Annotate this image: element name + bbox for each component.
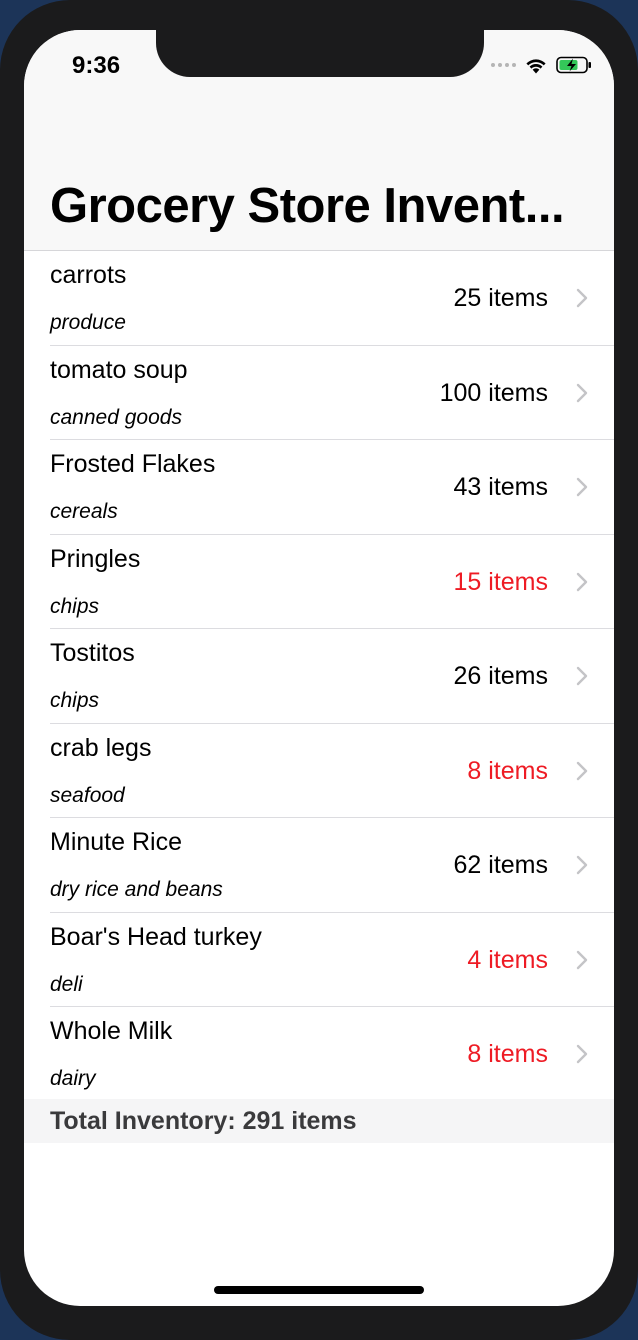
chevron-right-icon: [576, 950, 588, 969]
item-name: Boar's Head turkey: [50, 922, 262, 951]
total-inventory-label: Total Inventory: 291 items: [50, 1107, 357, 1135]
item-category: chips: [50, 594, 100, 618]
item-count: 100 items: [439, 378, 548, 407]
item-category: cereals: [50, 500, 118, 523]
item-count: 25 items: [453, 284, 548, 312]
item-category: dairy: [50, 1067, 96, 1090]
item-count: 26 items: [453, 662, 548, 690]
item-count: 4 items: [467, 945, 548, 974]
chevron-right-icon: [576, 288, 588, 308]
item-name: Tostitos: [50, 639, 135, 667]
item-category: canned goods: [50, 405, 182, 429]
home-indicator[interactable]: [214, 1286, 424, 1294]
list-item[interactable]: Minute Rice dry rice and beans 62 items: [24, 818, 614, 913]
screen: 9:36 Grocery Store Invent... carrots prod…: [24, 30, 614, 1306]
chevron-right-icon: [576, 1044, 588, 1064]
item-name: Minute Rice: [50, 828, 182, 856]
page-title: Grocery Store Invent...: [50, 179, 565, 233]
item-category: produce: [50, 311, 126, 334]
list-item[interactable]: Boar's Head turkey deli 4 items: [24, 913, 614, 1008]
chevron-right-icon: [576, 383, 588, 402]
list-item[interactable]: Pringles chips 15 items: [24, 535, 614, 630]
list-item[interactable]: Whole Milk dairy 8 items: [24, 1007, 614, 1102]
list-item[interactable]: carrots produce 25 items: [24, 251, 614, 346]
item-category: dry rice and beans: [50, 878, 223, 901]
chevron-right-icon: [576, 572, 588, 591]
item-name: crab legs: [50, 733, 152, 762]
item-count: 8 items: [467, 756, 548, 785]
item-count: 8 items: [467, 1040, 548, 1068]
inventory-list: carrots produce 25 items tomato soup canned …: [24, 251, 614, 1102]
item-count: 43 items: [453, 473, 548, 501]
cellular-signal-icon: [491, 63, 516, 67]
list-item[interactable]: Frosted Flakes cereals 43 items: [24, 440, 614, 535]
inventory-footer: Total Inventory: 291 items: [24, 1099, 614, 1143]
chevron-right-icon: [576, 477, 588, 497]
device-notch: [156, 30, 484, 77]
item-name: Whole Milk: [50, 1017, 173, 1045]
chevron-right-icon: [576, 761, 588, 780]
battery-charging-icon: [556, 56, 591, 74]
item-name: tomato soup: [50, 355, 188, 384]
list-item[interactable]: Tostitos chips 26 items: [24, 629, 614, 724]
list-item[interactable]: crab legs seafood 8 items: [24, 724, 614, 819]
item-category: deli: [50, 972, 83, 996]
item-name: Pringles: [50, 544, 141, 573]
item-name: carrots: [50, 261, 127, 289]
status-indicators: [491, 56, 592, 74]
list-item[interactable]: tomato soup canned goods 100 items: [24, 346, 614, 441]
wifi-icon: [526, 59, 546, 74]
item-category: chips: [50, 689, 100, 712]
item-count: 62 items: [453, 851, 548, 879]
item-count: 15 items: [453, 567, 548, 596]
item-category: seafood: [50, 783, 125, 807]
item-name: Frosted Flakes: [50, 450, 216, 478]
status-time: 9:36: [72, 52, 121, 79]
chevron-right-icon: [576, 666, 588, 686]
chevron-right-icon: [576, 855, 588, 875]
